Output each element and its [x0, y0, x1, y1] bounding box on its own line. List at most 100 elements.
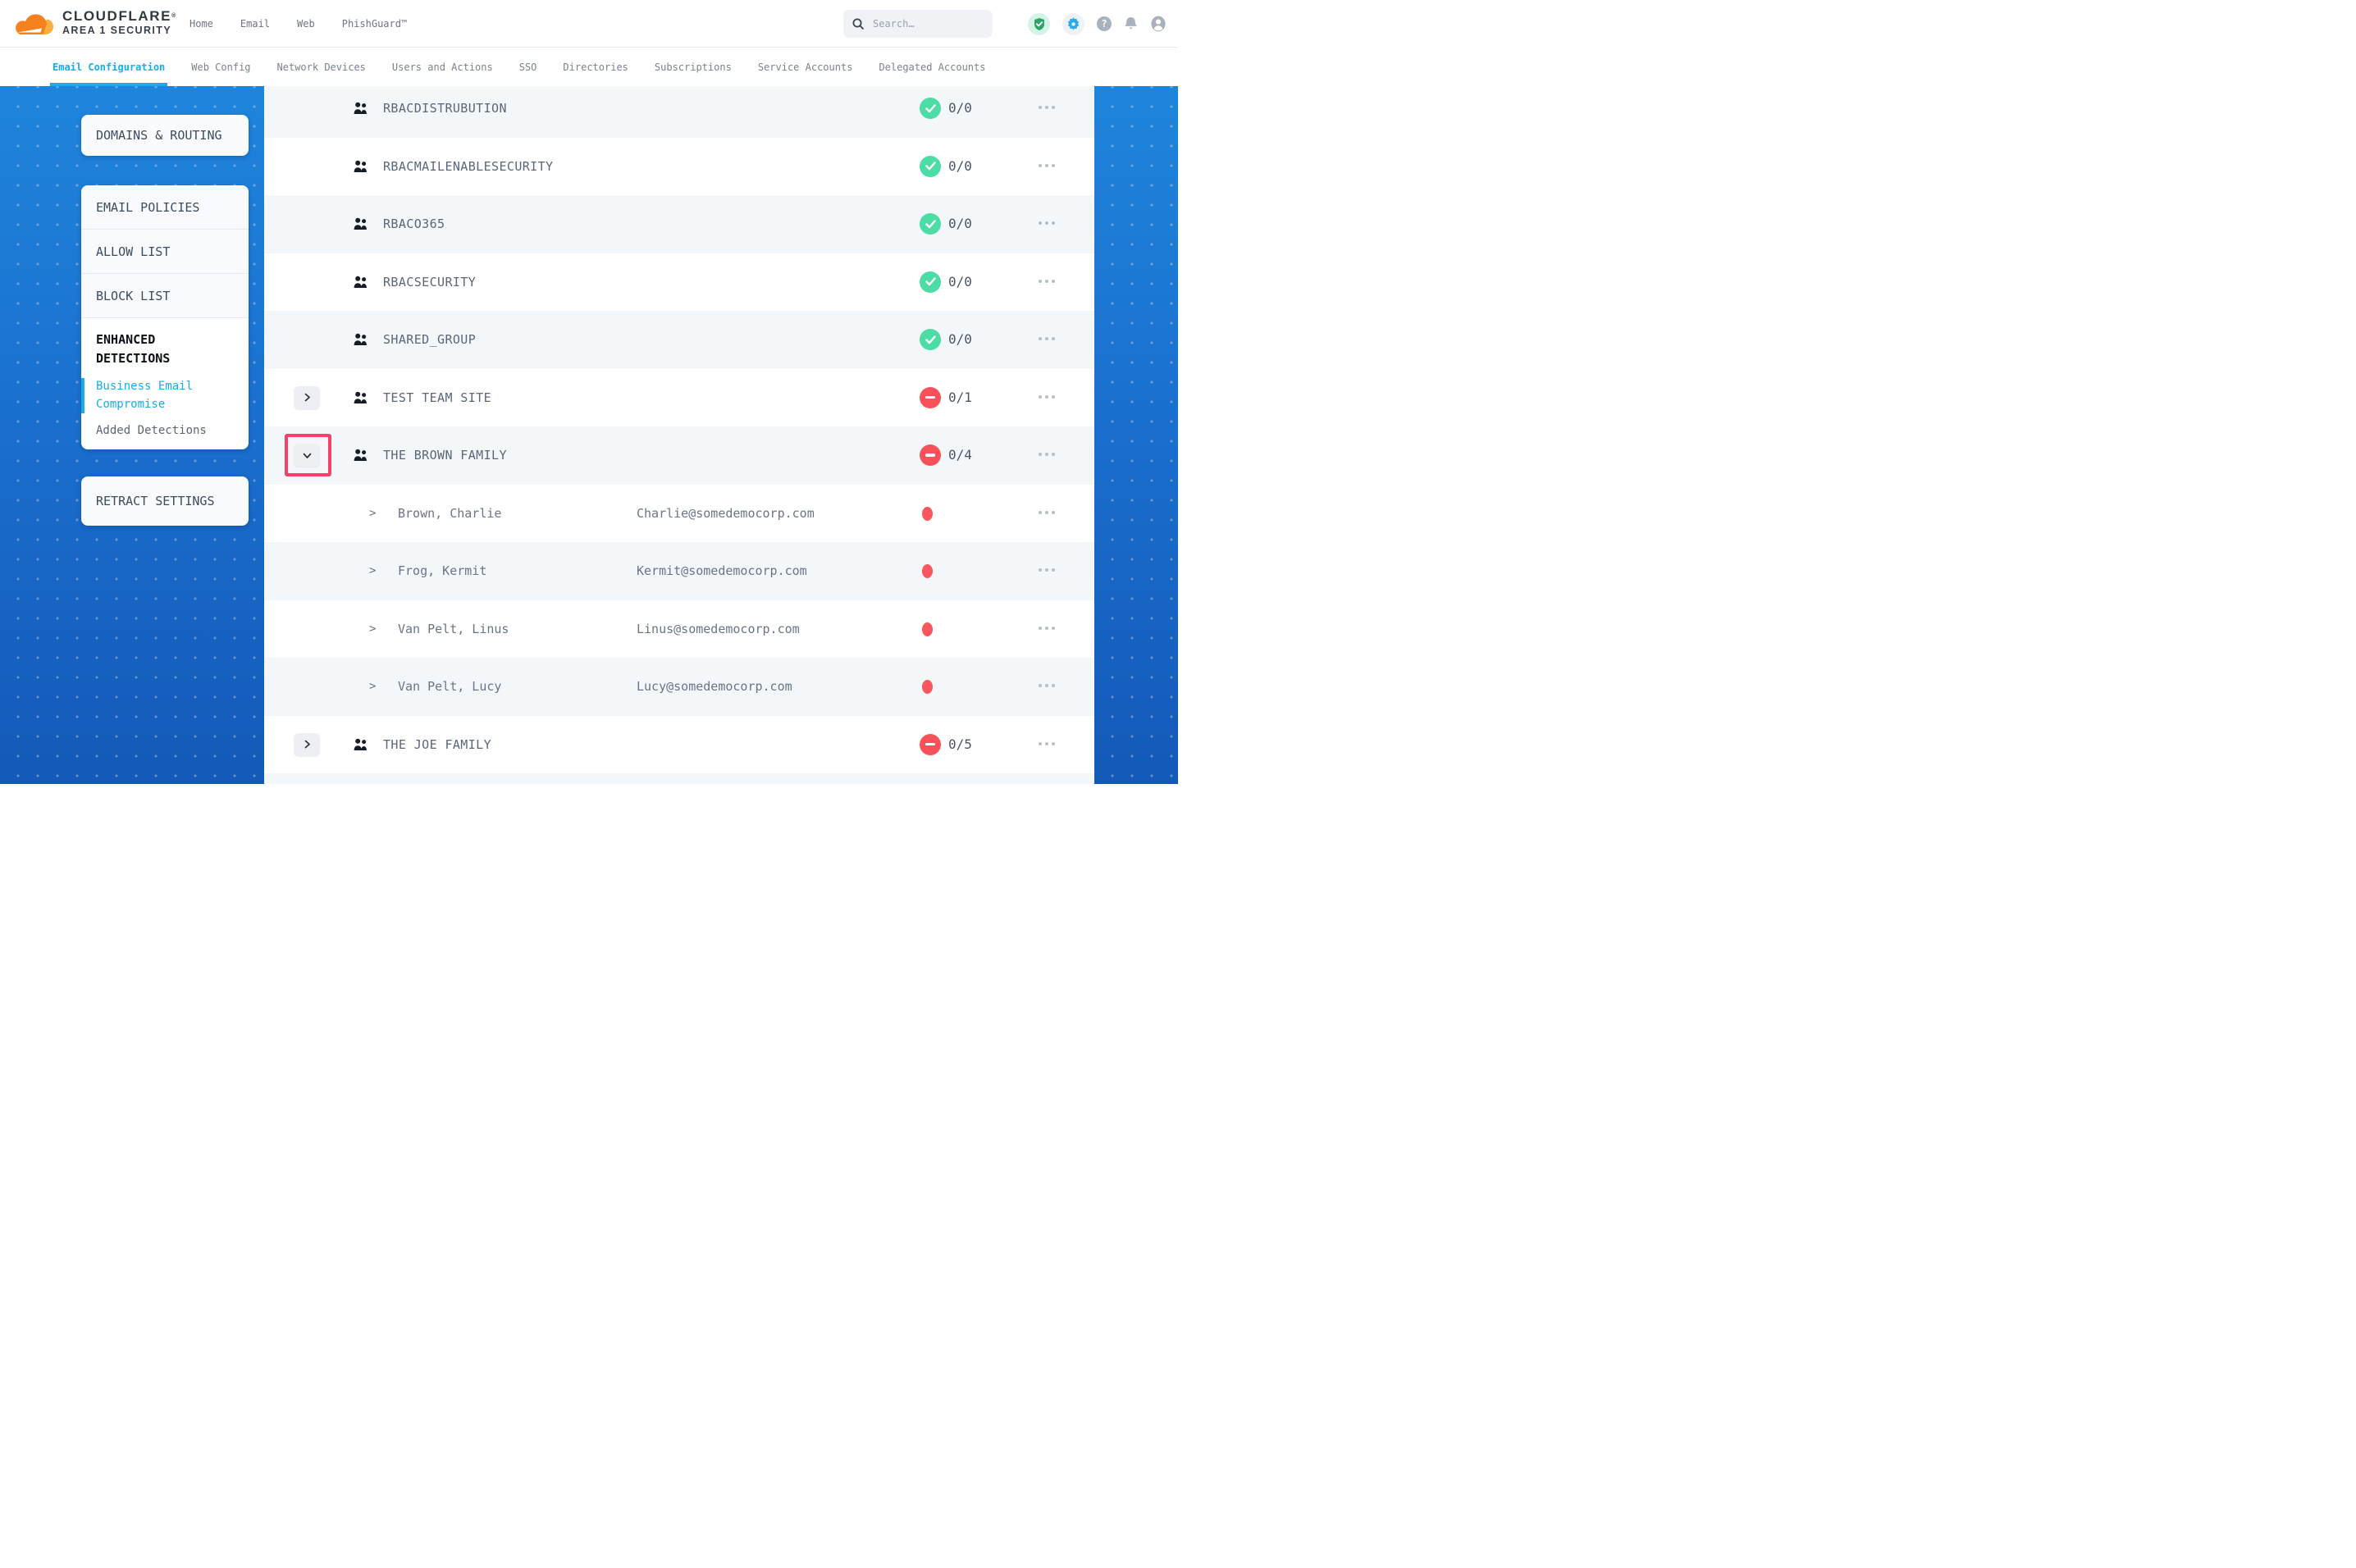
row-actions-menu[interactable] [1039, 164, 1055, 167]
expand-group-button[interactable] [294, 386, 320, 409]
page: CLOUDFLARE® AREA 1 SECURITY Home Email W… [0, 0, 1178, 784]
member-row: > Van Pelt, Lucy Lucy@somedemocorp.com [264, 658, 1094, 716]
group-name: RBACO365 [383, 195, 445, 253]
row-actions-menu[interactable] [1039, 568, 1055, 572]
status-pass-badge [920, 271, 941, 293]
member-email: Charlie@somedemocorp.com [637, 485, 815, 543]
sidebar-item-domains-routing[interactable]: DOMAINS & ROUTING [81, 115, 249, 156]
sidebar-item-retract-settings[interactable]: RETRACT SETTINGS [81, 476, 249, 526]
nav-item-phishguard[interactable]: PhishGuard™ [342, 18, 407, 30]
tab-service-accounts[interactable]: Service Accounts [758, 48, 853, 86]
member-row: >Van Pelt, LinusLinus@somedemocorp.com [264, 600, 1094, 659]
group-people-icon [352, 738, 370, 755]
status-fail-badge [920, 387, 941, 408]
tab-network-devices[interactable]: Network Devices [277, 48, 366, 86]
detection-count: 0/0 [948, 195, 972, 253]
group-row: THE JOE FAMILY 0/5 [264, 716, 1094, 774]
group-row: RBACDISTRUBUTION 0/0 [264, 86, 1094, 138]
member-expand-chevron[interactable]: > [369, 658, 376, 716]
group-name: THE JOE FAMILY [383, 716, 491, 774]
detection-count: 0/0 [948, 138, 972, 196]
member-name: Frog, Kermit [398, 542, 486, 600]
group-people-icon [352, 391, 370, 408]
secondary-tab-bar: Email Configuration Web Config Network Dev… [0, 48, 1178, 86]
sidebar-card-domains-routing: DOMAINS & ROUTING [81, 115, 249, 156]
shield-check-icon[interactable] [1028, 13, 1050, 35]
status-pass-badge [920, 98, 941, 119]
enhanced-detections-section: ENHANCED DETECTIONS Business Email Compr… [81, 318, 249, 437]
group-name: THE BROWN FAMILY [383, 426, 507, 485]
sidebar-item-business-email-compromise[interactable]: Business Email Compromise [81, 378, 204, 413]
cloudflare-logo: CLOUDFLARE® AREA 1 SECURITY [13, 4, 177, 40]
group-name: TEST TEAM SITE [383, 369, 491, 427]
detection-count: 0/5 [948, 716, 972, 774]
nav-item-web[interactable]: Web [297, 18, 315, 30]
tab-sso[interactable]: SSO [519, 48, 537, 86]
settings-gear-icon[interactable] [1062, 13, 1084, 35]
notifications-bell-icon[interactable] [1124, 16, 1138, 31]
group-name: RBACDISTRUBUTION [383, 86, 507, 138]
tab-email-configuration[interactable]: Email Configuration [53, 48, 165, 86]
nav-item-email[interactable]: Email [240, 18, 270, 30]
brand-name: CLOUDFLARE® [62, 8, 177, 25]
row-actions-menu[interactable] [1039, 395, 1055, 399]
user-account-icon[interactable] [1150, 16, 1167, 32]
detection-count: 0/4 [948, 426, 972, 485]
brand-subname: AREA 1 SECURITY [62, 25, 177, 37]
search-input[interactable] [871, 17, 978, 30]
nav-item-home[interactable]: Home [189, 18, 213, 30]
member-name: Van Pelt, Linus [398, 600, 509, 659]
row-actions-menu[interactable] [1039, 684, 1055, 687]
tab-directories[interactable]: Directories [563, 48, 628, 86]
directory-list: RBACDISTRUBUTION0/0RBACMAILENABLESECURIT… [264, 86, 1094, 784]
sidebar-card-retract: RETRACT SETTINGS [81, 476, 249, 526]
enhanced-detections-heading: ENHANCED DETECTIONS [81, 330, 204, 367]
sidebar-item-block-list[interactable]: BLOCK LIST [81, 274, 249, 318]
group-name: RBACMAILENABLESECURITY [383, 138, 553, 196]
search-icon [852, 17, 865, 30]
member-expand-chevron[interactable]: > [369, 542, 376, 600]
search-box[interactable] [843, 10, 993, 38]
tab-web-config[interactable]: Web Config [191, 48, 250, 86]
group-name: RBACSECURITY [383, 253, 476, 312]
member-row: >Frog, KermitKermit@somedemocorp.com [264, 542, 1094, 600]
group-row: TEST TEAM SITE 0/1 [264, 369, 1094, 427]
left-sidebar: DOMAINS & ROUTING EMAIL POLICIES ALLOW L… [0, 86, 264, 784]
sidebar-item-allow-list[interactable]: ALLOW LIST [81, 230, 249, 274]
member-expand-chevron[interactable]: > [369, 485, 376, 543]
member-name: Brown, Charlie [398, 485, 501, 543]
group-row: RBACMAILENABLESECURITY 0/0 [264, 138, 1094, 196]
row-actions-menu[interactable] [1039, 627, 1055, 630]
group-people-icon [352, 217, 370, 235]
group-people-icon [352, 333, 370, 350]
tab-subscriptions[interactable]: Subscriptions [655, 48, 732, 86]
detection-count: 0/1 [948, 369, 972, 427]
row-actions-menu[interactable] [1039, 453, 1055, 456]
tab-users-and-actions[interactable]: Users and Actions [392, 48, 493, 86]
member-expand-chevron[interactable]: > [369, 600, 376, 659]
sidebar-card-policies: EMAIL POLICIES ALLOW LIST BLOCK LIST ENH… [81, 185, 249, 449]
row-actions-menu[interactable] [1039, 511, 1055, 514]
sidebar-item-added-detections[interactable]: Added Detections [81, 424, 249, 437]
row-actions-menu[interactable] [1039, 106, 1055, 109]
header-icon-group: ? [1028, 0, 1167, 48]
status-pass-badge [920, 156, 941, 177]
member-status-dot [922, 564, 933, 578]
member-status-dot [922, 622, 933, 636]
group-people-icon [352, 160, 370, 177]
row-actions-menu[interactable] [1039, 280, 1055, 283]
tab-delegated-accounts[interactable]: Delegated Accounts [879, 48, 985, 86]
group-row: SHARED_GROUP0/0 [264, 311, 1094, 369]
collapse-group-button[interactable] [294, 444, 320, 467]
member-email: Lucy@somedemocorp.com [637, 658, 792, 716]
cloudflare-cloud-icon [13, 7, 59, 40]
sidebar-item-email-policies[interactable]: EMAIL POLICIES [81, 185, 249, 230]
detection-count: 0/0 [948, 86, 972, 138]
member-name: Van Pelt, Lucy [398, 658, 501, 716]
group-people-icon [352, 102, 370, 119]
help-icon[interactable]: ? [1097, 16, 1112, 31]
row-actions-menu[interactable] [1039, 221, 1055, 225]
row-actions-menu[interactable] [1039, 337, 1055, 340]
expand-group-button[interactable] [294, 733, 320, 756]
row-actions-menu[interactable] [1039, 742, 1055, 745]
